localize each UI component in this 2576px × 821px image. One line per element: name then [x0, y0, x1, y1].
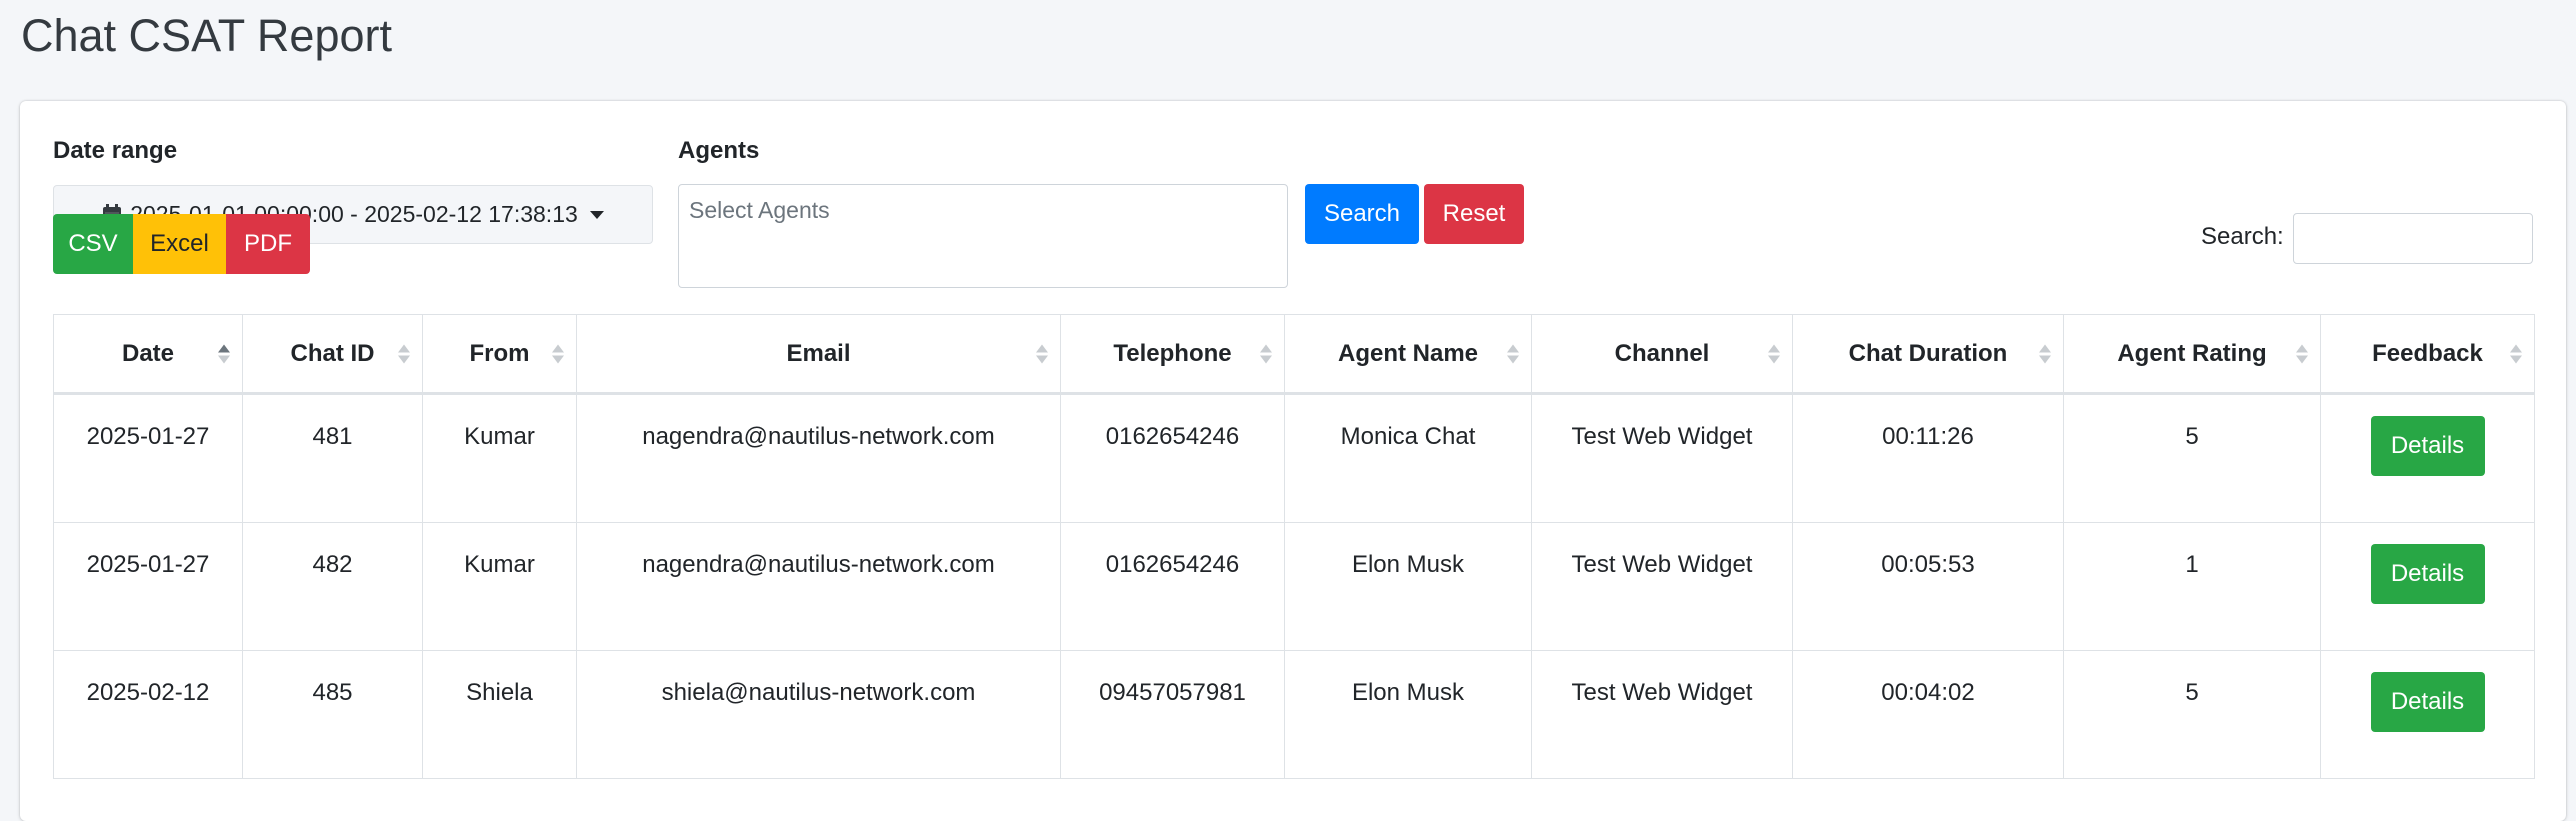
- table-search-input[interactable]: [2293, 213, 2533, 264]
- cell-telephone: 0162654246: [1060, 393, 1285, 523]
- cell-agent-name: Elon Musk: [1284, 522, 1532, 651]
- cell-channel: Test Web Widget: [1531, 393, 1793, 523]
- table-search-label: Search:: [2201, 223, 2284, 250]
- col-chat-id[interactable]: Chat ID: [242, 314, 423, 395]
- col-feedback-label: Feedback: [2372, 339, 2483, 367]
- col-email-label: Email: [786, 339, 851, 367]
- cell-chat-id: 482: [242, 522, 423, 651]
- cell-email: nagendra@nautilus-network.com: [576, 522, 1061, 651]
- table-row: 2025-01-27 482 Kumar nagendra@nautilus-n…: [53, 522, 2535, 651]
- sort-icon: [552, 344, 564, 363]
- sort-icon: [2039, 344, 2051, 363]
- col-date-label: Date: [121, 339, 175, 367]
- sort-icon: [1768, 344, 1780, 363]
- col-chat-duration-label: Chat Duration: [1848, 339, 2008, 367]
- export-buttons: CSV Excel PDF: [53, 214, 310, 274]
- cell-chat-id: 485: [242, 650, 423, 779]
- cell-chat-id: 481: [242, 393, 423, 523]
- col-chat-duration[interactable]: Chat Duration: [1792, 314, 2064, 395]
- cell-from: Shiela: [422, 650, 577, 779]
- cell-rating: 5: [2063, 393, 2321, 523]
- table-row: 2025-02-12 485 Shiela shiela@nautilus-ne…: [53, 650, 2535, 779]
- col-email[interactable]: Email: [576, 314, 1061, 395]
- col-agent-rating-label: Agent Rating: [2117, 339, 2267, 367]
- excel-export-button[interactable]: Excel: [133, 214, 226, 274]
- table-row: 2025-01-27 481 Kumar nagendra@nautilus-n…: [53, 393, 2535, 523]
- col-channel[interactable]: Channel: [1531, 314, 1793, 395]
- col-from[interactable]: From: [422, 314, 577, 395]
- search-button[interactable]: Search: [1305, 184, 1419, 244]
- cell-duration: 00:11:26: [1792, 393, 2064, 523]
- cell-rating: 5: [2063, 650, 2321, 779]
- details-button[interactable]: Details: [2370, 672, 2485, 732]
- date-range-label: Date range: [53, 137, 178, 164]
- cell-duration: 00:04:02: [1792, 650, 2064, 779]
- cell-channel: Test Web Widget: [1531, 650, 1793, 779]
- sort-icon: [2510, 344, 2522, 363]
- sort-icon: [218, 344, 230, 363]
- col-chat-id-label: Chat ID: [290, 339, 375, 367]
- cell-channel: Test Web Widget: [1531, 522, 1793, 651]
- cell-date: 2025-01-27: [53, 522, 243, 651]
- cell-rating: 1: [2063, 522, 2321, 651]
- pdf-export-button[interactable]: PDF: [226, 214, 310, 274]
- cell-date: 2025-02-12: [53, 650, 243, 779]
- col-feedback[interactable]: Feedback: [2320, 314, 2535, 395]
- agents-label: Agents: [678, 137, 760, 164]
- caret-down-icon: [589, 210, 604, 219]
- details-button[interactable]: Details: [2370, 544, 2485, 604]
- sort-icon: [2296, 344, 2308, 363]
- agents-placeholder: Select Agents: [689, 197, 830, 223]
- col-channel-label: Channel: [1614, 339, 1710, 367]
- cell-email: nagendra@nautilus-network.com: [576, 393, 1061, 523]
- sort-icon: [398, 344, 410, 363]
- sort-icon: [1260, 344, 1272, 363]
- cell-agent-name: Elon Musk: [1284, 650, 1532, 779]
- cell-feedback: Details: [2320, 650, 2535, 779]
- agents-select[interactable]: Select Agents: [678, 184, 1288, 288]
- cell-agent-name: Monica Chat: [1284, 393, 1532, 523]
- cell-telephone: 09457057981: [1060, 650, 1285, 779]
- col-agent-name[interactable]: Agent Name: [1284, 314, 1532, 395]
- col-date[interactable]: Date: [53, 314, 243, 395]
- cell-email: shiela@nautilus-network.com: [576, 650, 1061, 779]
- csv-export-button[interactable]: CSV: [53, 214, 133, 274]
- cell-telephone: 0162654246: [1060, 522, 1285, 651]
- reset-button[interactable]: Reset: [1424, 184, 1524, 244]
- csat-table: Date Chat ID From Email Telephone Agent …: [53, 314, 2535, 779]
- report-card: Date range 2025-01-01 00:00:00 - 2025-02…: [20, 101, 2566, 821]
- details-button[interactable]: Details: [2370, 416, 2485, 476]
- table-header-row: Date Chat ID From Email Telephone Agent …: [53, 314, 2535, 395]
- cell-feedback: Details: [2320, 522, 2535, 651]
- cell-date: 2025-01-27: [53, 393, 243, 523]
- sort-icon: [1036, 344, 1048, 363]
- col-telephone-label: Telephone: [1113, 339, 1232, 367]
- col-agent-rating[interactable]: Agent Rating: [2063, 314, 2321, 395]
- cell-duration: 00:05:53: [1792, 522, 2064, 651]
- cell-from: Kumar: [422, 393, 577, 523]
- col-agent-name-label: Agent Name: [1337, 339, 1479, 367]
- col-telephone[interactable]: Telephone: [1060, 314, 1285, 395]
- cell-feedback: Details: [2320, 393, 2535, 523]
- cell-from: Kumar: [422, 522, 577, 651]
- col-from-label: From: [469, 339, 530, 367]
- sort-icon: [1507, 344, 1519, 363]
- page-title: Chat CSAT Report: [21, 10, 392, 61]
